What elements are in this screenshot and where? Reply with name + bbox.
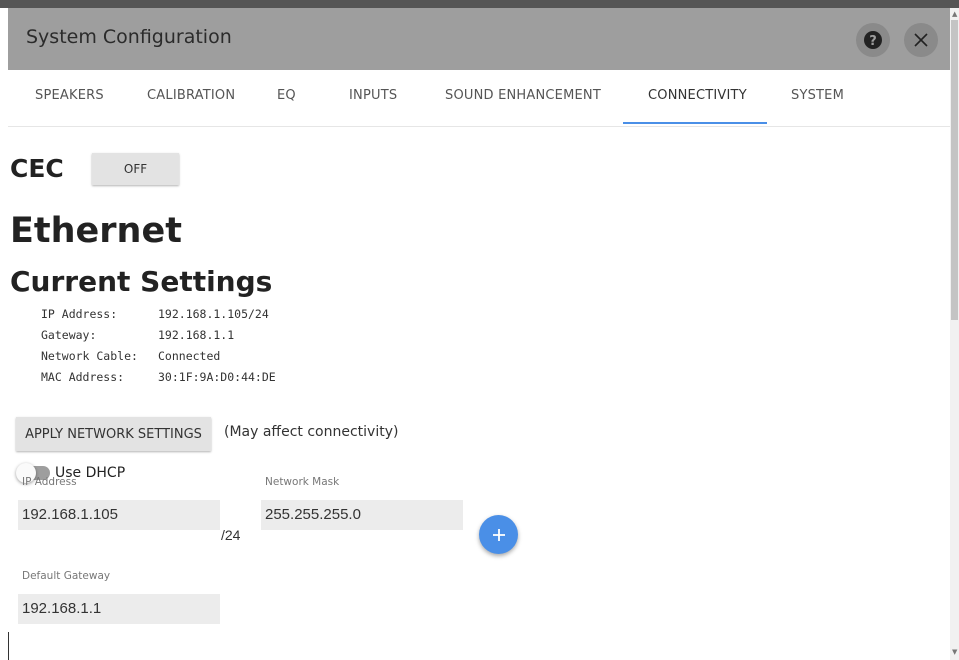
current-cable-value: Connected [158,349,221,363]
dialog-titlebar: System Configuration ? [8,8,950,70]
current-gateway-value: 192.168.1.1 [158,328,235,342]
dialog-left-edge [8,632,9,660]
current-mac-value: 30:1F:9A:D0:44:DE [158,370,276,384]
tab-eq[interactable]: EQ [277,88,296,103]
add-address-button[interactable] [479,515,518,554]
current-mac-label: MAC Address: [41,370,125,384]
dialog-title: System Configuration [26,26,232,48]
close-icon [914,33,928,47]
network-mask-label: Network Mask [265,476,340,488]
tab-connectivity[interactable]: CONNECTIVITY [648,88,747,103]
tab-inputs[interactable]: INPUTS [349,88,397,103]
scroll-down-arrow-icon[interactable]: ▼ [952,648,957,656]
tab-sound-enhancement[interactable]: SOUND ENHANCEMENT [445,88,601,103]
help-button[interactable]: ? [856,23,890,57]
scroll-up-arrow-icon[interactable]: ▲ [952,10,957,18]
plus-icon [492,528,505,541]
prefix-length: /24 [221,527,241,543]
cec-toggle-button[interactable]: OFF [92,153,179,185]
apply-network-settings-button[interactable]: APPLY NETWORK SETTINGS [16,417,211,451]
network-mask-field[interactable]: 255.255.255.0 [261,500,463,530]
system-configuration-dialog: System Configuration ? SPEAKERS CALIBRAT… [8,8,950,660]
svg-text:?: ? [869,34,877,49]
current-settings-heading: Current Settings [10,265,273,298]
active-tab-indicator [623,122,767,124]
default-gateway-field[interactable]: 192.168.1.1 [18,594,220,624]
default-gateway-label: Default Gateway [22,570,111,582]
tab-system[interactable]: SYSTEM [791,88,844,103]
current-cable-label: Network Cable: [41,349,138,363]
ip-address-field[interactable]: 192.168.1.105 [18,500,220,530]
cec-heading: CEC [10,154,64,183]
ip-address-label: IP Address [22,476,77,488]
tab-bar: SPEAKERS CALIBRATION EQ INPUTS SOUND ENH… [8,70,950,127]
current-ip-label: IP Address: [41,307,118,321]
current-gateway-label: Gateway: [41,328,97,342]
ethernet-heading: Ethernet [10,211,182,251]
question-mark-circle-icon: ? [864,31,882,49]
close-button[interactable] [904,23,938,57]
current-ip-value: 192.168.1.105/24 [158,307,269,321]
scrollbar-thumb[interactable] [951,20,958,320]
tab-calibration[interactable]: CALIBRATION [147,88,235,103]
apply-note: (May affect connectivity) [224,424,399,440]
tab-speakers[interactable]: SPEAKERS [35,88,104,103]
background-window-strip [0,0,959,8]
